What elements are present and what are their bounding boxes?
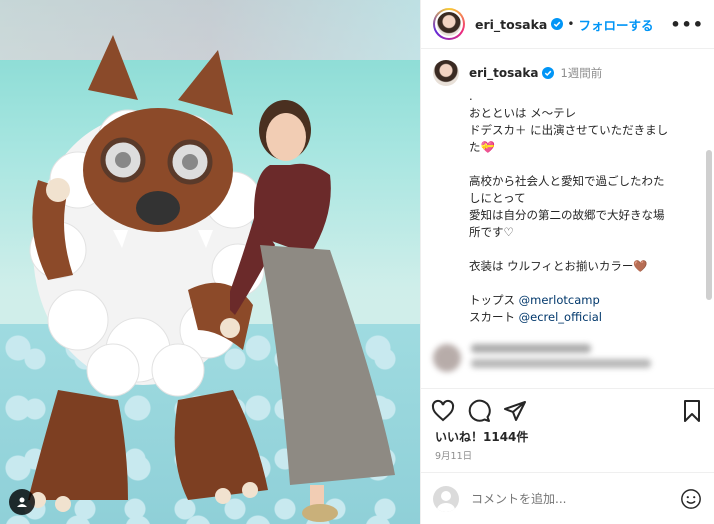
post-panel: eri_tosaka • フォローする ••• eri_tosaka 1週間前 … bbox=[420, 0, 714, 524]
comment-icon[interactable] bbox=[467, 399, 491, 423]
save-icon[interactable] bbox=[680, 399, 704, 423]
verified-icon bbox=[542, 67, 555, 79]
caption-line: . bbox=[469, 89, 473, 103]
mention-link-merlotcamp[interactable]: @merlotcamp bbox=[519, 293, 600, 307]
caption-line: 衣装は ウルフィとお揃いカラー🤎 bbox=[469, 259, 648, 273]
caption-line: トップス bbox=[469, 293, 519, 307]
likes-count[interactable]: いいね！1144件 bbox=[435, 428, 528, 445]
emoji-icon[interactable] bbox=[680, 488, 702, 510]
person-figure bbox=[230, 100, 395, 522]
comments-scrollbar[interactable] bbox=[706, 150, 712, 300]
caption-text: . おとといは メ〜テレ ドデスカ＋ に出演させていただきまし た💝 高校から社… bbox=[469, 88, 702, 326]
post-photo[interactable] bbox=[0, 0, 420, 524]
caption-time: 1週間前 bbox=[560, 66, 603, 80]
caption-line: た💝 bbox=[469, 140, 495, 154]
post-header: eri_tosaka • フォローする ••• bbox=[421, 0, 714, 49]
caption-line: 所です♡ bbox=[469, 225, 514, 239]
follow-button[interactable]: フォローする bbox=[578, 15, 653, 34]
caption-line: ドデスカ＋ に出演させていただきまし bbox=[469, 123, 669, 137]
mention-link-ecrel[interactable]: @ecrel_official bbox=[519, 310, 602, 324]
comment-input[interactable] bbox=[471, 491, 672, 506]
author-avatar[interactable] bbox=[433, 8, 465, 40]
more-options-button[interactable]: ••• bbox=[670, 15, 704, 34]
caption-line: 高校から社会人と愛知で過ごしたわた bbox=[469, 174, 665, 188]
author-username[interactable]: eri_tosaka bbox=[475, 17, 547, 32]
user-tag-button[interactable] bbox=[9, 489, 35, 515]
action-bar bbox=[421, 388, 714, 432]
blurred-comment bbox=[433, 344, 702, 372]
comments-area[interactable]: eri_tosaka 1週間前 . おとといは メ〜テレ ドデスカ＋ に出演させ… bbox=[421, 50, 714, 387]
caption-header: eri_tosaka 1週間前 bbox=[433, 60, 702, 86]
separator-dot: • bbox=[567, 17, 575, 31]
caption-line: しにとって bbox=[469, 191, 526, 205]
caption-line: おとといは メ〜テレ bbox=[469, 106, 577, 120]
caption-line: 愛知は自分の第二の故郷で大好きな場 bbox=[469, 208, 665, 222]
user-tag-icon bbox=[17, 497, 27, 507]
caption-line: スカート bbox=[469, 310, 519, 324]
verified-icon bbox=[551, 18, 564, 30]
comment-bar bbox=[421, 472, 714, 524]
post-date[interactable]: 9月11日 bbox=[435, 448, 472, 462]
heart-icon[interactable] bbox=[431, 399, 455, 423]
caption-username[interactable]: eri_tosaka bbox=[469, 66, 538, 80]
viewer-avatar bbox=[433, 485, 459, 512]
share-icon[interactable] bbox=[503, 399, 527, 423]
caption-avatar[interactable] bbox=[433, 60, 459, 86]
